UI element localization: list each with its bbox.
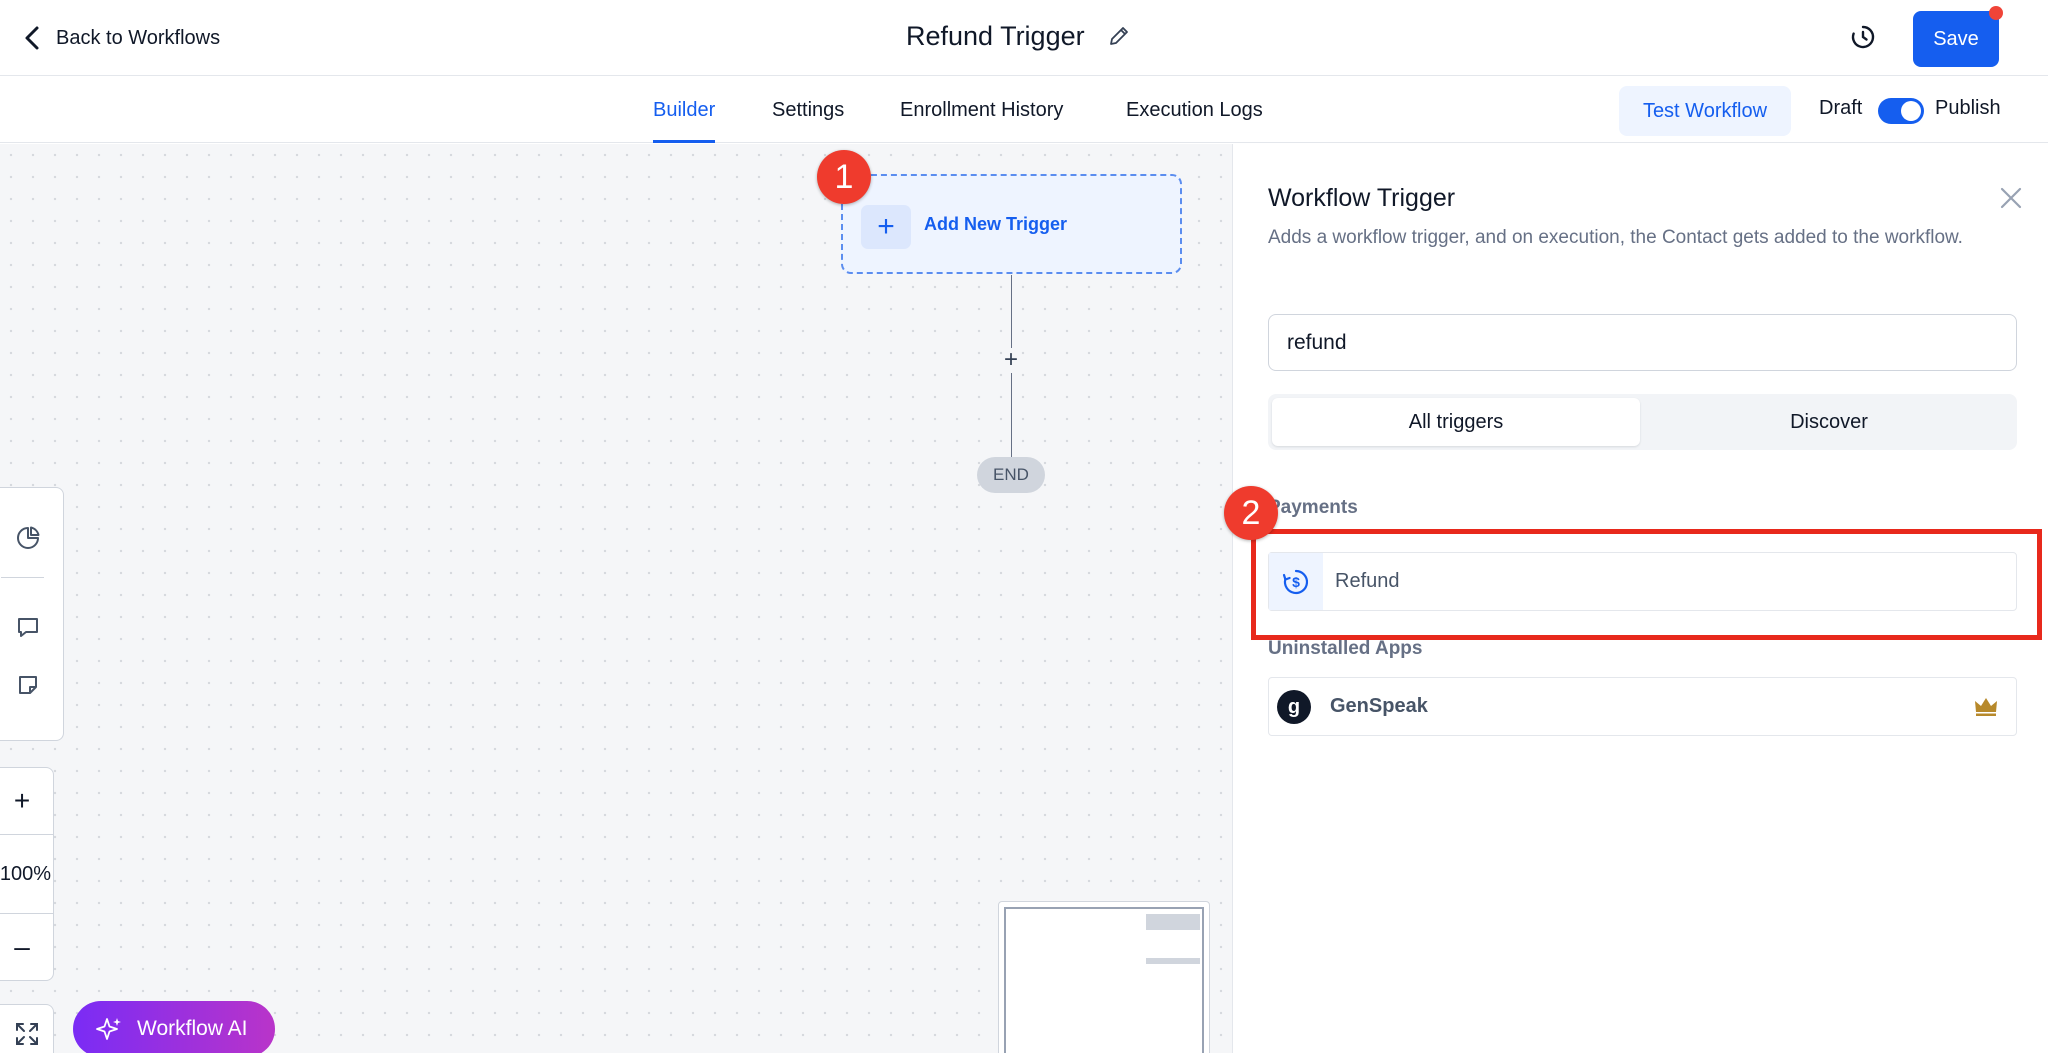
trigger-search-input[interactable] (1268, 314, 2017, 371)
zoom-in-button[interactable]: + (0, 768, 53, 834)
unsaved-indicator-dot (1989, 6, 2003, 20)
back-to-workflows-link[interactable]: Back to Workflows (22, 22, 220, 54)
plus-icon: + (861, 205, 911, 249)
workflow-nav-bar: Builder Settings Enrollment History Exec… (0, 77, 2048, 143)
panel-description: Adds a workflow trigger, and on executio… (1268, 227, 1963, 248)
sparkle-icon (96, 1018, 121, 1040)
tab-builder[interactable]: Builder (653, 77, 716, 143)
add-new-trigger-node[interactable]: + Add New Trigger (841, 174, 1182, 274)
tab-execution-logs[interactable]: Execution Logs (1126, 77, 1263, 143)
back-label: Back to Workflows (56, 26, 221, 49)
page-title: Refund Trigger (906, 20, 1085, 51)
canvas-tools-panel (0, 487, 64, 741)
close-icon[interactable] (1997, 184, 2025, 212)
workflow-title-group: Refund Trigger (906, 16, 1131, 56)
test-workflow-button[interactable]: Test Workflow (1619, 86, 1791, 136)
publish-toggle[interactable] (1878, 98, 1924, 124)
top-bar: Back to Workflows Refund Trigger Save (0, 0, 2048, 76)
segment-discover[interactable]: Discover (1645, 398, 2013, 446)
highlight-box (1251, 529, 2042, 640)
add-step-plus-icon[interactable]: + (1000, 346, 1022, 373)
trigger-item-label: GenSpeak (1330, 695, 1428, 717)
workflow-ai-button[interactable]: Workflow AI (73, 1001, 275, 1053)
trigger-item-genspeak[interactable]: g GenSpeak (1268, 677, 2017, 736)
crown-premium-icon (1975, 698, 1997, 716)
add-new-trigger-label: Add New Trigger (924, 214, 1068, 234)
category-uninstalled-apps-heading: Uninstalled Apps (1268, 638, 1423, 659)
stats-pie-icon[interactable] (1, 511, 55, 565)
minimap-viewport (1004, 907, 1204, 1053)
tab-enrollment-history[interactable]: Enrollment History (900, 77, 1063, 143)
minimap-node (1146, 914, 1200, 930)
panel-title: Workflow Trigger (1268, 184, 1456, 212)
sticky-note-icon[interactable] (1, 658, 55, 712)
connector-line (1011, 275, 1012, 348)
publish-label: Publish (1935, 97, 2001, 119)
zoom-level: 100% (0, 862, 51, 885)
version-history-icon[interactable] (1848, 20, 1878, 54)
comment-icon[interactable] (1, 600, 55, 654)
workflow-canvas[interactable]: + Add New Trigger 1 + END + 100% – Workf… (0, 144, 1232, 1053)
connector-line (1011, 373, 1012, 457)
fit-to-screen-icon[interactable] (0, 1004, 54, 1053)
edit-pencil-icon[interactable] (1107, 24, 1131, 48)
category-payments-heading: Payments (1268, 497, 1358, 518)
draft-label: Draft (1819, 97, 1863, 119)
tab-settings[interactable]: Settings (772, 77, 844, 143)
workflow-ai-label: Workflow AI (137, 1017, 248, 1040)
chevron-left-icon (25, 26, 39, 50)
genspeak-logo: g (1277, 690, 1311, 724)
zoom-controls: + 100% – (0, 767, 54, 981)
minimap-node (1146, 958, 1200, 964)
step-callout-2: 2 (1224, 486, 1278, 540)
tools-divider (1, 577, 44, 578)
trigger-segment-control: All triggers Discover (1268, 394, 2017, 450)
step-callout-1: 1 (817, 150, 871, 204)
save-button[interactable]: Save (1913, 11, 1999, 67)
canvas-minimap[interactable] (998, 901, 1210, 1053)
end-node: END (977, 457, 1045, 493)
segment-all-triggers[interactable]: All triggers (1272, 398, 1640, 446)
zoom-out-button[interactable]: – (0, 914, 53, 980)
